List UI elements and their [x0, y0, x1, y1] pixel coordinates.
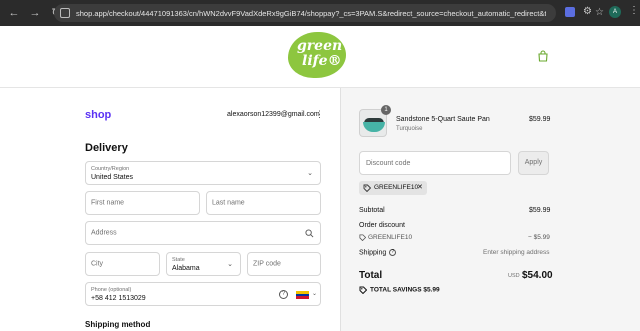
discount-code-text: GREENLIFE10: [368, 234, 413, 242]
venezuela-flag-icon[interactable]: [296, 291, 309, 299]
shopping-bag-icon[interactable]: [537, 50, 549, 62]
profile-avatar[interactable]: A: [609, 6, 621, 18]
store-header: green life®: [0, 26, 640, 88]
search-icon: [305, 229, 314, 238]
order-summary: 1 Sandstone 5-Quart Saute Pan Turquoise …: [340, 88, 640, 331]
pan-body-shape: [363, 122, 385, 132]
last-name-field[interactable]: Last name: [206, 191, 321, 215]
zip-code-field[interactable]: ZIP code: [247, 252, 321, 276]
country-select[interactable]: Country/Region United States ⌄: [85, 161, 321, 185]
phone-field[interactable]: Phone (optional) +58 412 1513029 ? ⌄: [85, 282, 321, 306]
address-field[interactable]: Address: [85, 221, 321, 245]
first-name-placeholder: First name: [91, 199, 125, 207]
back-icon[interactable]: ←: [7, 6, 21, 20]
last-name-placeholder: Last name: [212, 199, 245, 207]
total-currency: USD: [508, 273, 520, 279]
logo-text-green: green: [297, 38, 343, 54]
extensions-puzzle-icon[interactable]: ⚙: [583, 6, 592, 17]
discount-code-input[interactable]: Discount code: [359, 151, 511, 175]
zip-placeholder: ZIP code: [253, 260, 281, 268]
shipping-row: Shipping?: [359, 249, 397, 257]
applied-code-text: GREENLIFE10: [374, 184, 419, 191]
state-select[interactable]: State Alabama ⌄: [166, 252, 241, 276]
total-label: Total: [359, 270, 383, 281]
tag-icon: [363, 184, 371, 192]
url-text[interactable]: shop.app/checkout/44471091363/cn/hWN2dvv…: [76, 9, 546, 18]
tag-icon: [359, 286, 367, 294]
state-value: Alabama: [172, 265, 200, 272]
delivery-heading: Delivery: [85, 142, 128, 154]
first-name-field[interactable]: First name: [85, 191, 200, 215]
discount-placeholder: Discount code: [366, 160, 411, 167]
subtotal-label: Subtotal: [359, 207, 385, 214]
site-info-icon[interactable]: [60, 8, 70, 18]
country-label: Country/Region: [91, 166, 130, 172]
chevron-down-icon[interactable]: ⌄: [312, 290, 317, 297]
logo-text-life: life®: [302, 53, 342, 69]
checkout-form: shop alexaorson12399@gmail.com ⋮ Deliver…: [0, 88, 340, 331]
product-name: Sandstone 5-Quart Saute Pan: [396, 116, 490, 123]
greenlife-logo[interactable]: green life®: [288, 32, 348, 78]
discount-amount: − $5.99: [528, 234, 550, 241]
product-price: $59.99: [529, 116, 551, 123]
quantity-badge: 1: [381, 105, 391, 115]
phone-label: Phone (optional): [91, 287, 132, 293]
account-email: alexaorson12399@gmail.com: [227, 111, 320, 118]
forward-icon[interactable]: →: [28, 6, 42, 20]
order-discount-label: Order discount: [359, 222, 405, 229]
applied-discount-chip: GREENLIFE10 ✕: [359, 181, 427, 195]
city-placeholder: City: [91, 260, 104, 268]
subtotal-value: $59.99: [529, 207, 551, 214]
extension-icon[interactable]: [565, 7, 575, 17]
chevron-down-icon: ⌄: [227, 261, 233, 268]
account-menu-icon[interactable]: ⋮: [315, 109, 324, 120]
chevron-down-icon: ⌄: [307, 170, 313, 177]
browser-toolbar: ← → ↻ shop.app/checkout/44471091363/cn/h…: [0, 0, 640, 26]
browser-menu-icon[interactable]: ⋮: [629, 5, 639, 16]
bookmark-star-icon[interactable]: ☆: [595, 4, 604, 22]
phone-value: +58 412 1513029: [91, 295, 146, 302]
shipping-value: Enter shipping address: [483, 249, 550, 256]
flag-stripe-red: [296, 296, 309, 299]
apply-button[interactable]: Apply: [518, 151, 549, 175]
shipping-label: Shipping: [359, 249, 387, 257]
product-variant: Turquoise: [396, 126, 423, 132]
address-placeholder: Address: [91, 229, 117, 237]
info-icon[interactable]: ?: [389, 249, 397, 256]
shipping-method-heading: Shipping method: [85, 320, 151, 329]
address-bar[interactable]: shop.app/checkout/44471091363/cn/hWN2dvv…: [54, 4, 604, 22]
remove-code-icon[interactable]: ✕: [417, 183, 423, 191]
discount-code-line: GREENLIFE10: [359, 234, 412, 241]
shop-pay-logo: shop: [85, 109, 112, 121]
total-savings-text: TOTAL SAVINGS $5.99: [370, 286, 440, 294]
help-icon[interactable]: ?: [279, 290, 288, 299]
state-label: State: [172, 257, 185, 263]
country-value: United States: [91, 174, 134, 181]
city-field[interactable]: City: [85, 252, 160, 276]
total-savings: TOTAL SAVINGS $5.99: [359, 286, 440, 294]
total-value: $54.00: [522, 270, 553, 281]
tag-icon: [359, 234, 366, 241]
